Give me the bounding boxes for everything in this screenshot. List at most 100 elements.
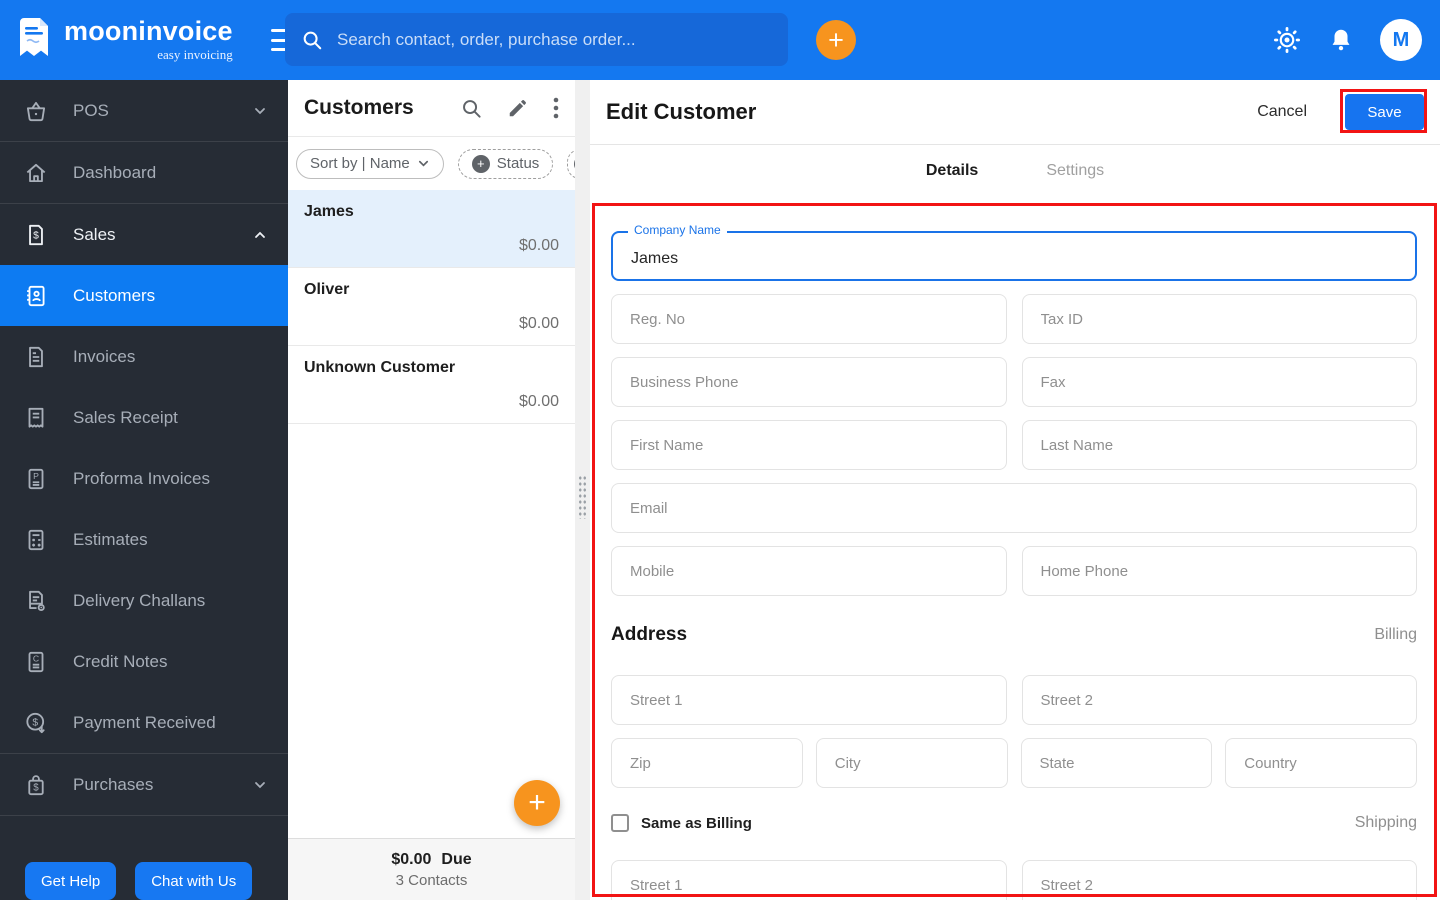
svg-text:C: C — [32, 653, 38, 663]
sidebar-item-invoices[interactable]: Invoices — [0, 326, 288, 387]
sidebar-item-label: Invoices — [73, 346, 136, 366]
customer-form: Company Name Address — [611, 223, 1417, 900]
company-name-floating-label: Company Name — [628, 223, 727, 237]
first-name-input[interactable] — [611, 420, 1007, 470]
billing-city-input[interactable] — [815, 738, 1008, 788]
sidebar-item-dashboard[interactable]: Dashboard — [0, 142, 288, 203]
sidebar-item-label: Customers — [73, 285, 156, 305]
contacts-count: 3 Contacts — [395, 871, 468, 889]
shipping-street1-input[interactable] — [611, 860, 1007, 900]
calculator-icon — [22, 526, 49, 553]
billing-street2-input[interactable] — [1021, 675, 1417, 725]
tab-settings[interactable]: Settings — [1046, 162, 1104, 180]
sidebar-item-proforma-invoices[interactable]: P Proforma Invoices — [0, 448, 288, 509]
sidebar-item-label: Sales — [73, 224, 116, 244]
billing-label: Billing — [1374, 626, 1417, 643]
edit-customer-panel: Edit Customer Cancel Save Details Settin… — [590, 80, 1440, 900]
sidebar-item-payment-received[interactable]: $ Payment Received — [0, 692, 288, 753]
chevron-up-icon — [252, 227, 268, 243]
customer-name: James — [304, 203, 354, 220]
email-input[interactable] — [611, 483, 1417, 533]
last-name-input[interactable] — [1021, 420, 1417, 470]
customer-name: Oliver — [304, 281, 350, 298]
address-section-heading: Address — [611, 624, 688, 645]
sidebar-item-label: Dashboard — [73, 162, 157, 182]
svg-text:$: $ — [32, 717, 38, 728]
sidebar-item-sales[interactable]: $ Sales — [0, 204, 288, 265]
customer-row-james[interactable]: James $0.00 — [288, 190, 575, 268]
edit-pencil-icon[interactable] — [507, 97, 529, 119]
page-title: Edit Customer — [606, 99, 757, 124]
same-as-billing-checkbox[interactable] — [611, 814, 629, 832]
business-phone-input[interactable] — [611, 357, 1007, 407]
sidebar-item-label: POS — [73, 100, 109, 120]
due-label: Due — [441, 850, 472, 868]
sidebar-item-delivery-challans[interactable]: Delivery Challans — [0, 570, 288, 631]
reg-no-input[interactable] — [611, 294, 1007, 344]
sales-document-icon: $ — [22, 221, 49, 248]
panel-resize-handle[interactable] — [578, 475, 587, 519]
kebab-menu-icon[interactable] — [553, 96, 559, 120]
company-name-input[interactable] — [611, 231, 1417, 281]
customer-row-unknown-customer[interactable]: Unknown Customer $0.00 — [288, 346, 575, 424]
mooninvoice-logo-icon — [14, 17, 54, 63]
customer-row-oliver[interactable]: Oliver $0.00 — [288, 268, 575, 346]
billing-zip-input[interactable] — [611, 738, 803, 788]
sidebar-item-label: Delivery Challans — [73, 590, 206, 610]
save-button[interactable]: Save — [1345, 94, 1424, 130]
status-filter-chip[interactable]: + Status — [457, 148, 554, 179]
fax-input[interactable] — [1021, 357, 1417, 407]
add-new-button[interactable]: + — [816, 20, 856, 60]
sidebar-item-credit-notes[interactable]: C Credit Notes — [0, 631, 288, 692]
sidebar-item-label: Purchases — [73, 774, 154, 794]
mobile-input[interactable] — [611, 546, 1007, 596]
chevron-down-icon — [252, 103, 268, 119]
sidebar-item-sales-receipt[interactable]: Sales Receipt — [0, 387, 288, 448]
customers-summary-footer: $0.00 Due 3 Contacts — [288, 838, 575, 900]
billing-state-input[interactable] — [1020, 738, 1213, 788]
sort-by-chip[interactable]: Sort by | Name — [296, 148, 444, 179]
app-window: mooninvoice easy invoicing + — [0, 0, 1440, 900]
user-avatar[interactable]: M — [1380, 19, 1422, 61]
editor-tabs: Details Settings — [590, 145, 1440, 197]
sidebar-item-customers[interactable]: Customers — [0, 265, 288, 326]
plus-icon: + — [471, 154, 490, 173]
notifications-bell-icon[interactable] — [1328, 27, 1354, 53]
billing-street1-input[interactable] — [611, 675, 1007, 725]
shipping-label: Shipping — [1354, 814, 1417, 831]
sidebar-item-label: Credit Notes — [73, 651, 168, 671]
filter-chip-partial[interactable] — [567, 148, 575, 179]
svg-text:$: $ — [33, 782, 39, 793]
search-icon — [301, 29, 323, 51]
receipt-icon — [22, 404, 49, 431]
sidebar-item-purchases[interactable]: $ Purchases — [0, 754, 288, 815]
customer-amount: $0.00 — [518, 237, 559, 254]
sort-by-label: Sort by | Name — [310, 155, 410, 172]
customers-list-panel: Customers Sort by | Name + Status James … — [288, 80, 575, 900]
sidebar-nav: POS Dashboard $ Sales Customers Invoices… — [0, 80, 288, 900]
chat-with-us-button[interactable]: Chat with Us — [135, 862, 253, 900]
basket-icon — [22, 97, 49, 124]
get-help-button[interactable]: Get Help — [25, 862, 117, 900]
billing-country-input[interactable] — [1225, 738, 1417, 788]
status-label: Status — [496, 155, 540, 172]
settings-gear-icon[interactable] — [1272, 25, 1302, 55]
shipping-street2-input[interactable] — [1021, 860, 1417, 900]
cancel-button[interactable]: Cancel — [1257, 103, 1307, 121]
add-customer-fab[interactable]: + — [514, 780, 560, 826]
global-search[interactable] — [285, 13, 788, 66]
home-icon — [22, 159, 49, 186]
home-phone-input[interactable] — [1021, 546, 1417, 596]
panel-gutter — [575, 80, 590, 900]
tax-id-input[interactable] — [1021, 294, 1417, 344]
invoice-document-icon — [22, 343, 49, 370]
sidebar-item-pos[interactable]: POS — [0, 80, 288, 141]
search-input[interactable] — [337, 29, 772, 50]
brand-logo[interactable]: mooninvoice easy invoicing — [0, 17, 233, 63]
brand-name: mooninvoice — [64, 15, 233, 46]
search-icon[interactable] — [460, 97, 483, 120]
credit-note-icon: C — [22, 648, 49, 675]
sidebar-item-label: Proforma Invoices — [73, 468, 210, 488]
tab-details[interactable]: Details — [926, 162, 978, 180]
sidebar-item-estimates[interactable]: Estimates — [0, 509, 288, 570]
